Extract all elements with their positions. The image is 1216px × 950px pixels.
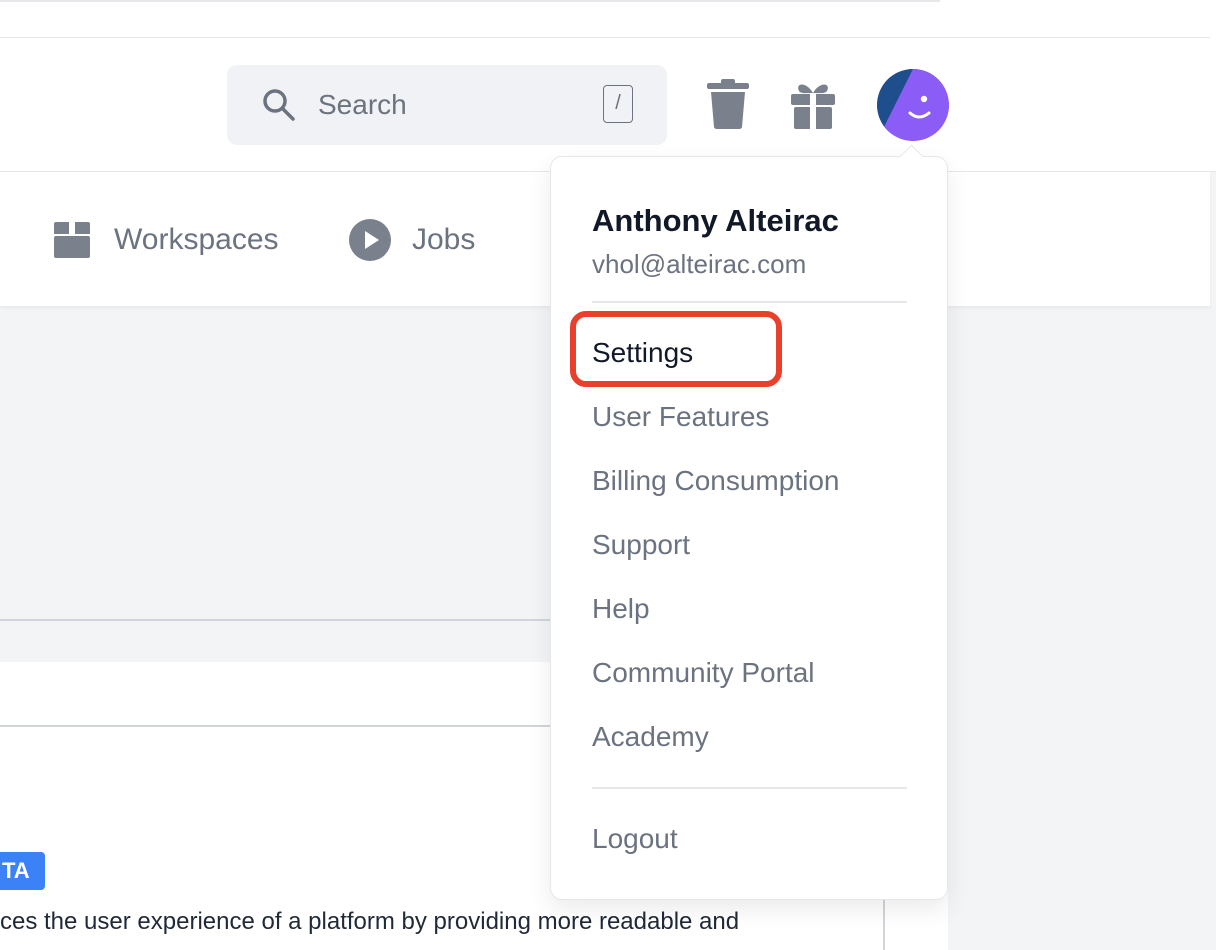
nav-item-label: Workspaces xyxy=(114,223,279,256)
search-icon xyxy=(263,89,295,121)
menu-divider xyxy=(592,787,907,789)
nav-item-workspaces[interactable]: Workspaces xyxy=(50,218,310,262)
nav-item-jobs[interactable]: Jobs xyxy=(348,218,508,262)
app-header: Search / xyxy=(0,38,1216,172)
search-box[interactable]: Search / xyxy=(227,65,667,145)
user-menu-dropdown: Anthony Alteirac vhol@alteirac.com Setti… xyxy=(550,144,948,900)
box-icon xyxy=(54,222,90,258)
trash-icon[interactable] xyxy=(704,78,752,130)
feature-description: ces the user experience of a platform by… xyxy=(0,908,740,935)
menu-item-help[interactable]: Help xyxy=(592,592,650,626)
menu-item-community-portal[interactable]: Community Portal xyxy=(592,656,815,690)
menu-item-academy[interactable]: Academy xyxy=(592,720,709,754)
settings-highlight-box xyxy=(570,311,782,387)
gift-icon[interactable] xyxy=(789,78,837,130)
search-shortcut-key: / xyxy=(603,85,633,123)
user-email: vhol@alteirac.com xyxy=(592,249,807,279)
play-icon xyxy=(349,219,391,261)
user-name: Anthony Alteirac xyxy=(592,203,839,238)
status-badge: TA xyxy=(0,852,45,890)
browser-top-strip xyxy=(0,0,1216,38)
menu-item-billing-consumption[interactable]: Billing Consumption xyxy=(592,464,839,498)
menu-divider xyxy=(592,301,907,303)
menu-item-user-features[interactable]: User Features xyxy=(592,400,769,434)
menu-item-logout[interactable]: Logout xyxy=(592,822,678,856)
user-avatar[interactable] xyxy=(877,69,949,141)
menu-item-support[interactable]: Support xyxy=(592,528,690,562)
nav-item-label: Jobs xyxy=(412,223,476,256)
search-placeholder: Search xyxy=(318,89,407,120)
top-divider xyxy=(0,0,940,2)
